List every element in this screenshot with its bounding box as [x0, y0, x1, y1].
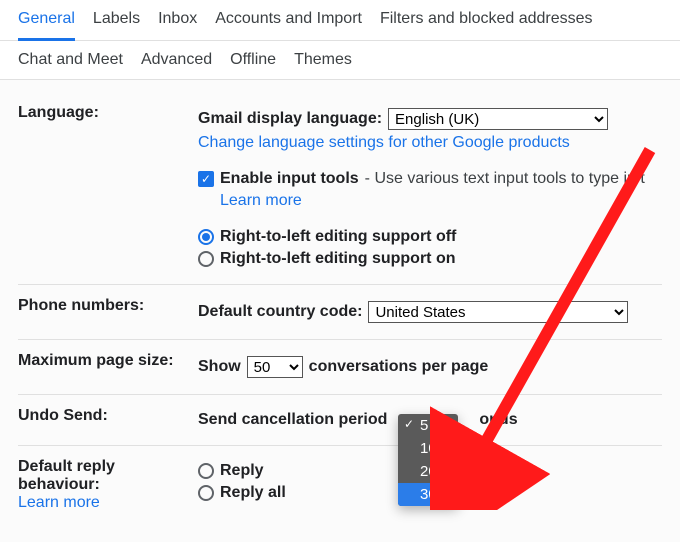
tab-inbox[interactable]: Inbox [158, 10, 197, 40]
input-tools-learn-more-link[interactable]: Learn more [220, 192, 302, 210]
undo-option-20[interactable]: 20 [398, 460, 458, 483]
rtl-on-radio[interactable] [198, 251, 214, 267]
tab-filters[interactable]: Filters and blocked addresses [380, 10, 593, 40]
tab-accounts[interactable]: Accounts and Import [215, 10, 362, 40]
tab-offline[interactable]: Offline [230, 51, 276, 79]
display-language-select[interactable]: English (UK) [388, 108, 608, 130]
country-code-select[interactable]: United States [368, 301, 628, 323]
tab-themes[interactable]: Themes [294, 51, 352, 79]
enable-input-tools-checkbox[interactable]: ✓ [198, 171, 214, 187]
undo-option-10[interactable]: 10 [398, 437, 458, 460]
pagesize-suffix: conversations per page [309, 358, 489, 376]
tab-labels[interactable]: Labels [93, 10, 140, 40]
undo-option-5[interactable]: 5 [398, 414, 458, 437]
label-reply: Default reply behaviour: Learn more [18, 458, 198, 512]
row-reply: Default reply behaviour: Learn more Repl… [18, 445, 662, 524]
settings-content: Language: Gmail display language: Englis… [0, 80, 680, 542]
undo-option-30[interactable]: 30 [398, 483, 458, 506]
rtl-off-radio[interactable] [198, 229, 214, 245]
enable-input-tools-desc: - Use various text input tools to type i… [365, 170, 645, 188]
label-pagesize: Maximum page size: [18, 352, 198, 370]
label-phone: Phone numbers: [18, 297, 198, 315]
pagesize-show: Show [198, 358, 241, 376]
reply-all-label: Reply all [220, 484, 286, 502]
reply-radio[interactable] [198, 463, 214, 479]
change-language-link[interactable]: Change language settings for other Googl… [198, 134, 570, 152]
undo-period-dropdown[interactable]: 5 10 20 30 [398, 414, 458, 506]
tab-advanced[interactable]: Advanced [141, 51, 212, 79]
reply-all-radio[interactable] [198, 485, 214, 501]
row-phone: Phone numbers: Default country code: Uni… [18, 284, 662, 339]
tab-chat[interactable]: Chat and Meet [18, 51, 123, 79]
display-language-label: Gmail display language: [198, 110, 382, 128]
row-language: Language: Gmail display language: Englis… [18, 92, 662, 284]
rtl-off-label: Right-to-left editing support off [220, 228, 456, 246]
row-pagesize: Maximum page size: Show 50 conversations… [18, 339, 662, 394]
label-undo: Undo Send: [18, 407, 198, 425]
settings-tabs-row2: Chat and Meet Advanced Offline Themes [0, 41, 680, 80]
row-undo: Undo Send: Send cancellation period onds [18, 394, 662, 445]
rtl-on-label: Right-to-left editing support on [220, 250, 456, 268]
undo-prefix: Send cancellation period [198, 411, 387, 429]
undo-suffix: onds [479, 411, 517, 429]
reply-label: Reply [220, 462, 264, 480]
tab-general[interactable]: General [18, 10, 75, 41]
settings-tabs-row1: General Labels Inbox Accounts and Import… [0, 0, 680, 41]
label-language: Language: [18, 104, 198, 122]
pagesize-select[interactable]: 50 [247, 356, 303, 378]
enable-input-tools-label: Enable input tools [220, 170, 359, 188]
reply-learn-more-link[interactable]: Learn more [18, 494, 198, 512]
country-code-label: Default country code: [198, 303, 362, 321]
